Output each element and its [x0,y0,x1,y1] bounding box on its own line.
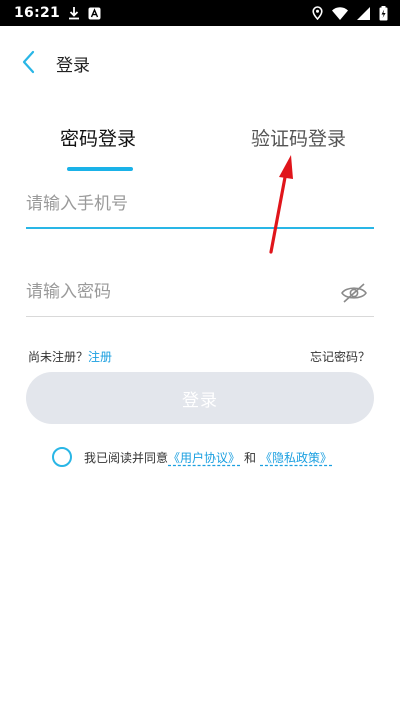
agreement-checkbox[interactable] [52,447,72,467]
login-button[interactable]: 登录 [26,372,374,424]
password-field [26,270,374,317]
agreement-prefix: 我已阅读并同意 [84,450,169,465]
signal-icon [357,6,370,20]
wifi-icon [332,6,348,20]
status-time: 16:21 [14,5,61,21]
chevron-left-icon [22,50,35,74]
location-icon [312,6,323,20]
no-account-text: 尚未注册？注册 [28,348,112,365]
tab-code-login[interactable]: 验证码登录 [251,124,346,151]
privacy-policy-link[interactable]: 《隐私政策》 [260,449,332,466]
active-tab-indicator [67,167,133,171]
battery-charging-icon [379,5,388,21]
phone-field [26,182,374,229]
download-icon [68,6,80,20]
tab-password-login[interactable]: 密码登录 [60,124,136,151]
phone-input[interactable] [26,182,326,226]
status-bar: 16:21 [0,0,400,26]
user-agreement-link[interactable]: 《用户协议》 [168,449,240,466]
agreement-row: 我已阅读并同意 《用户协议》 和 《隐私政策》 [52,446,332,468]
page-title: 登录 [56,56,90,76]
no-account-label: 尚未注册？ [28,350,89,364]
account-links: 尚未注册？注册 忘记密码？ [28,348,370,366]
register-link[interactable]: 注册 [88,350,112,364]
app-header: 登录 [0,44,400,80]
agreement-and: 和 [244,450,257,465]
forgot-password-link[interactable]: 忘记密码？ [310,348,370,365]
back-button[interactable] [14,48,42,76]
app-notification-icon [88,7,101,20]
password-input[interactable] [26,270,326,314]
eye-off-icon[interactable] [340,282,368,304]
